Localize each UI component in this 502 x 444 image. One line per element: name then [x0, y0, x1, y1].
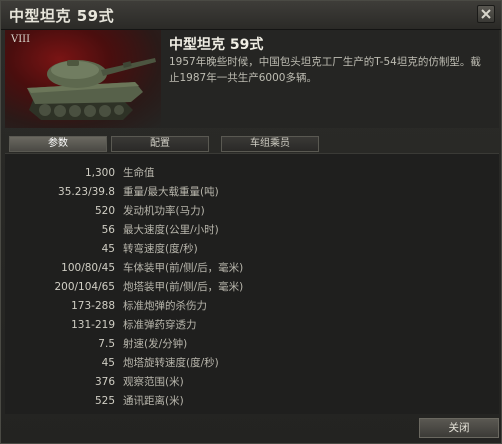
stat-value: 35.23/39.8: [58, 186, 115, 198]
stat-value: 56: [101, 224, 115, 236]
vehicle-name: 中型坦克 59式: [169, 37, 264, 53]
stat-value: 200/104/65: [54, 281, 115, 293]
stat-value: 520: [94, 205, 115, 217]
vehicle-header: VIII 中型坦克 59式 1957年晚些时候，中国包头坦克工厂生产的T-54坦…: [5, 30, 499, 128]
stat-label: 转弯速度(度/秒): [123, 243, 198, 255]
stat-label: 车体装甲(前/侧/后，毫米): [123, 262, 244, 274]
stats-panel: 1,300 生命值 35.23/39.8 重量/最大载重量(吨) 520 发动机…: [5, 153, 499, 414]
stat-value: 100/80/45: [61, 262, 115, 274]
stat-value: 45: [101, 243, 115, 255]
stat-label: 炮塔旋转速度(度/秒): [123, 357, 219, 369]
stat-row-rate-of-fire: 7.5 射速(发/分钟): [5, 335, 499, 354]
stat-row-traverse-speed: 45 转弯速度(度/秒): [5, 240, 499, 259]
window-title: 中型坦克 59式: [9, 7, 115, 25]
vehicle-description: 1957年晚些时候，中国包头坦克工厂生产的T-54坦克的仿制型。截止1987年一…: [169, 56, 481, 84]
tab-crew[interactable]: 车组乘员: [221, 136, 319, 152]
stat-row-view-range: 376 观察范围(米): [5, 373, 499, 392]
stat-value: 131-219: [71, 319, 115, 331]
stat-row-signal-range: 525 通讯距离(米): [5, 392, 499, 411]
tab-parameters[interactable]: 参数: [9, 136, 107, 152]
title-bar[interactable]: 中型坦克 59式: [1, 1, 501, 30]
stat-label: 标准弹药穿透力: [123, 319, 197, 331]
stat-label: 标准炮弹的杀伤力: [123, 300, 207, 312]
stat-row-top-speed: 56 最大速度(公里/小时): [5, 221, 499, 240]
close-icon: [481, 9, 491, 19]
close-button[interactable]: 关闭: [419, 418, 499, 438]
stat-value: 1,300: [84, 167, 115, 179]
stat-value: 376: [94, 376, 115, 388]
stat-value: 45: [101, 357, 115, 369]
stat-value: 7.5: [98, 338, 115, 350]
stat-value: 173-288: [71, 300, 115, 312]
stat-row-engine-power: 520 发动机功率(马力): [5, 202, 499, 221]
tab-configuration[interactable]: 配置: [111, 136, 209, 152]
stat-value: 525: [94, 395, 115, 407]
stat-label: 生命值: [123, 167, 155, 179]
stat-row-hull-armor: 100/80/45 车体装甲(前/侧/后，毫米): [5, 259, 499, 278]
tank-info-window: 中型坦克 59式 VIII 中型坦克 59式 1957年晚些时候，中国包头坦克工…: [0, 0, 502, 444]
stat-row-turret-armor: 200/104/65 炮塔装甲(前/侧/后，毫米): [5, 278, 499, 297]
tier-label: VIII: [11, 34, 31, 45]
stat-label: 发动机功率(马力): [123, 205, 205, 217]
stat-row-weight: 35.23/39.8 重量/最大载重量(吨): [5, 183, 499, 202]
stat-label: 炮塔装甲(前/侧/后，毫米): [123, 281, 244, 293]
stat-row-turret-traverse: 45 炮塔旋转速度(度/秒): [5, 354, 499, 373]
stat-label: 通讯距离(米): [123, 395, 184, 407]
stat-label: 重量/最大载重量(吨): [123, 186, 219, 198]
stat-label: 最大速度(公里/小时): [123, 224, 219, 236]
stat-row-penetration: 131-219 标准弹药穿透力: [5, 316, 499, 335]
stat-label: 射速(发/分钟): [123, 338, 188, 350]
stat-row-hitpoints: 1,300 生命值: [5, 164, 499, 183]
stat-row-damage: 173-288 标准炮弹的杀伤力: [5, 297, 499, 316]
stat-label: 观察范围(米): [123, 376, 184, 388]
window-close-button[interactable]: [477, 5, 495, 23]
